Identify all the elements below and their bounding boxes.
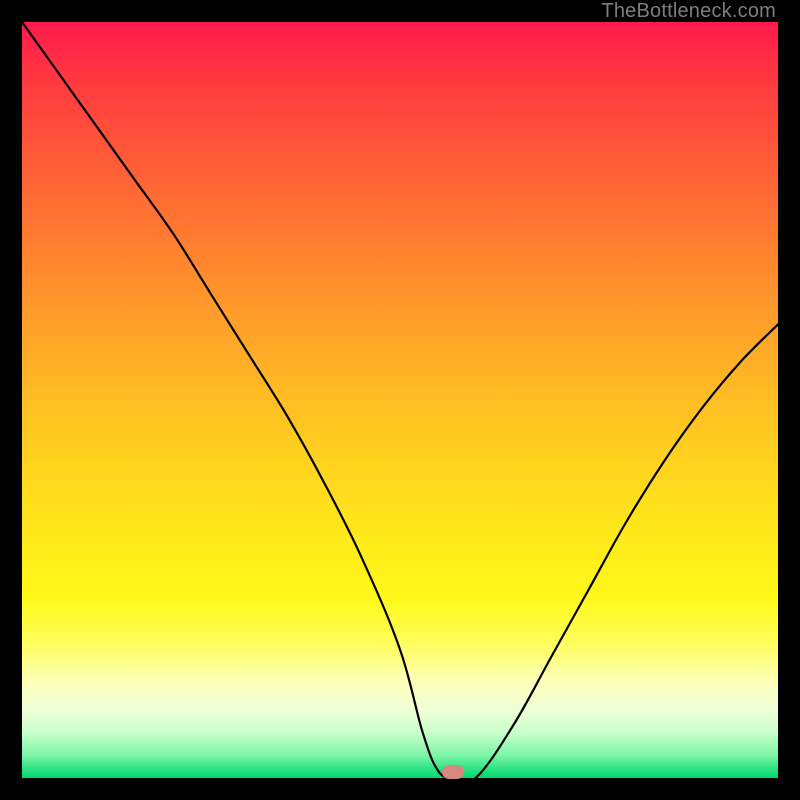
optimal-point-marker — [442, 765, 464, 779]
bottleneck-curve — [22, 22, 778, 778]
plot-area — [22, 22, 778, 778]
chart-frame: TheBottleneck.com — [0, 0, 800, 800]
watermark-text: TheBottleneck.com — [601, 0, 776, 23]
